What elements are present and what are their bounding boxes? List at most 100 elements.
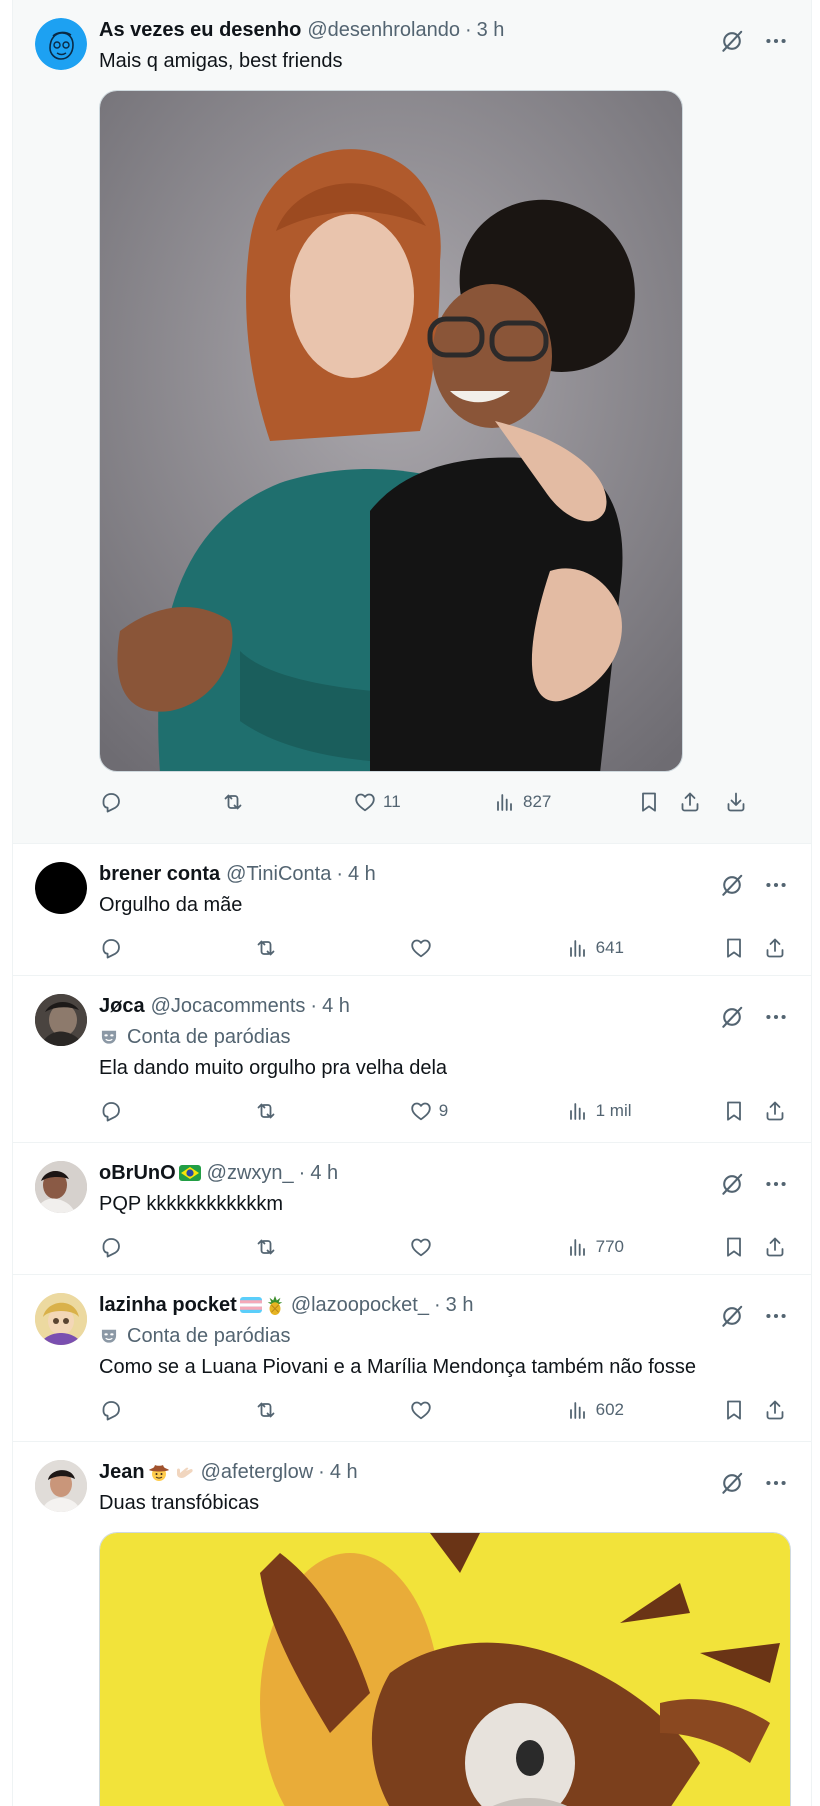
timestamp[interactable]: 3 h [446,1293,474,1317]
timestamp[interactable]: 4 h [310,1161,338,1185]
more-icon[interactable] [763,28,789,54]
more-icon[interactable] [763,872,789,898]
more-icon[interactable] [763,1171,789,1197]
display-name[interactable]: As vezes eu desenho [99,18,301,42]
bookmark-button[interactable] [637,790,678,814]
reply-button[interactable] [99,936,254,960]
tweet[interactable]: As vezes eu desenho @desenhrolando · 3 h… [13,0,811,844]
heart-icon [353,790,377,814]
tweet-top-actions [719,28,789,54]
tweet-gif[interactable] [99,1532,791,1806]
parody-text: Conta de paródias [127,1026,291,1048]
tweet[interactable]: oBrUnO @zwxyn_ · 4 h PQP kkkkkkkkkkkkm 7… [13,1143,811,1275]
display-name[interactable]: lazinha pocket [99,1293,237,1317]
display-name[interactable]: Jean [99,1460,145,1484]
like-button[interactable]: 11 [353,790,493,814]
separator-dot: · [464,19,472,41]
pineapple-icon [267,1295,283,1315]
grok-icon[interactable] [719,872,745,898]
repost-icon [254,1235,278,1259]
cowboy-emoji-icon [148,1465,169,1481]
more-icon[interactable] [763,1470,789,1496]
tweet-photo[interactable] [99,90,683,772]
avatar[interactable] [35,1460,87,1512]
tweet[interactable]: lazinha pocket @lazoopocket_ · 3 h Conta… [13,1275,811,1442]
bookmark-button[interactable] [722,936,763,960]
timestamp[interactable]: 3 h [477,18,505,42]
repost-button[interactable] [254,1235,409,1259]
reply-button[interactable] [99,1398,254,1422]
handle[interactable]: @desenhrolando [307,18,460,42]
display-name[interactable]: Jøca [99,994,145,1018]
tweet-header: lazinha pocket @lazoopocket_ · 3 h [99,1293,789,1317]
view-count: 1 mil [595,1101,632,1120]
views-button[interactable]: 827 [493,790,637,814]
share-icon [763,1235,787,1259]
bookmark-button[interactable] [722,1099,763,1123]
bookmark-button[interactable] [722,1235,763,1259]
avatar[interactable] [35,1293,87,1345]
avatar[interactable] [35,18,87,70]
like-button[interactable] [409,1235,566,1259]
share-button[interactable] [763,1398,789,1422]
tweet-top-actions [719,1004,789,1030]
handle[interactable]: @afeterglow [201,1460,314,1484]
views-icon [566,1398,590,1422]
view-count: 641 [595,938,624,957]
tweet-actions: 641 [99,918,789,978]
handle[interactable]: @Jocacomments [151,994,306,1018]
display-name[interactable]: brener conta [99,862,220,886]
tweet-text: Orgulho da mãe [99,894,243,916]
avatar[interactable] [35,1161,87,1213]
tweet[interactable]: brener conta @TiniConta · 4 h Orgulho da… [13,844,811,976]
handle[interactable]: @TiniConta [226,862,331,886]
separator-dot: · [433,1294,441,1316]
views-button[interactable]: 641 [566,936,723,960]
timestamp[interactable]: 4 h [348,862,376,886]
repost-button[interactable] [254,1398,409,1422]
reply-button[interactable] [99,790,221,814]
grok-icon[interactable] [719,1470,745,1496]
tweet-actions: 602 [99,1380,789,1440]
heart-icon [409,936,433,960]
tweet-actions: 11 827 [99,772,789,832]
share-button[interactable] [763,1099,789,1123]
display-name[interactable]: oBrUnO [99,1161,176,1185]
grok-icon[interactable] [719,1303,745,1329]
bookmark-button[interactable] [722,1398,763,1422]
share-button[interactable] [678,790,724,814]
tweet-text: Duas transfóbicas [99,1492,260,1514]
avatar[interactable] [35,994,87,1046]
grok-icon[interactable] [719,28,745,54]
share-icon [763,1398,787,1422]
photo-image [100,91,682,771]
tweet[interactable]: Jean @afeterglow · 4 h Duas transfóbicas [13,1442,811,1806]
like-button[interactable] [409,936,566,960]
reply-icon [99,936,123,960]
handle[interactable]: @zwxyn_ [207,1161,294,1185]
handle[interactable]: @lazoopocket_ [291,1293,429,1317]
views-button[interactable]: 770 [566,1235,723,1259]
timestamp[interactable]: 4 h [322,994,350,1018]
like-button[interactable]: 9 [409,1099,566,1123]
tweet[interactable]: Jøca @Jocacomments · 4 h Conta de paródi… [13,976,811,1143]
like-button[interactable] [409,1398,566,1422]
more-icon[interactable] [763,1004,789,1030]
more-icon[interactable] [763,1303,789,1329]
repost-button[interactable] [254,936,409,960]
grok-icon[interactable] [719,1004,745,1030]
timestamp[interactable]: 4 h [330,1460,358,1484]
repost-button[interactable] [254,1099,409,1123]
tweet-top-actions [719,872,789,898]
reply-button[interactable] [99,1099,254,1123]
views-button[interactable]: 1 mil [566,1099,723,1123]
views-button[interactable]: 602 [566,1398,723,1422]
share-button[interactable] [763,1235,789,1259]
reply-button[interactable] [99,1235,254,1259]
repost-button[interactable] [221,790,353,814]
repost-icon [221,790,245,814]
download-button[interactable] [724,790,750,814]
share-button[interactable] [763,936,789,960]
avatar[interactable] [35,862,87,914]
grok-icon[interactable] [719,1171,745,1197]
